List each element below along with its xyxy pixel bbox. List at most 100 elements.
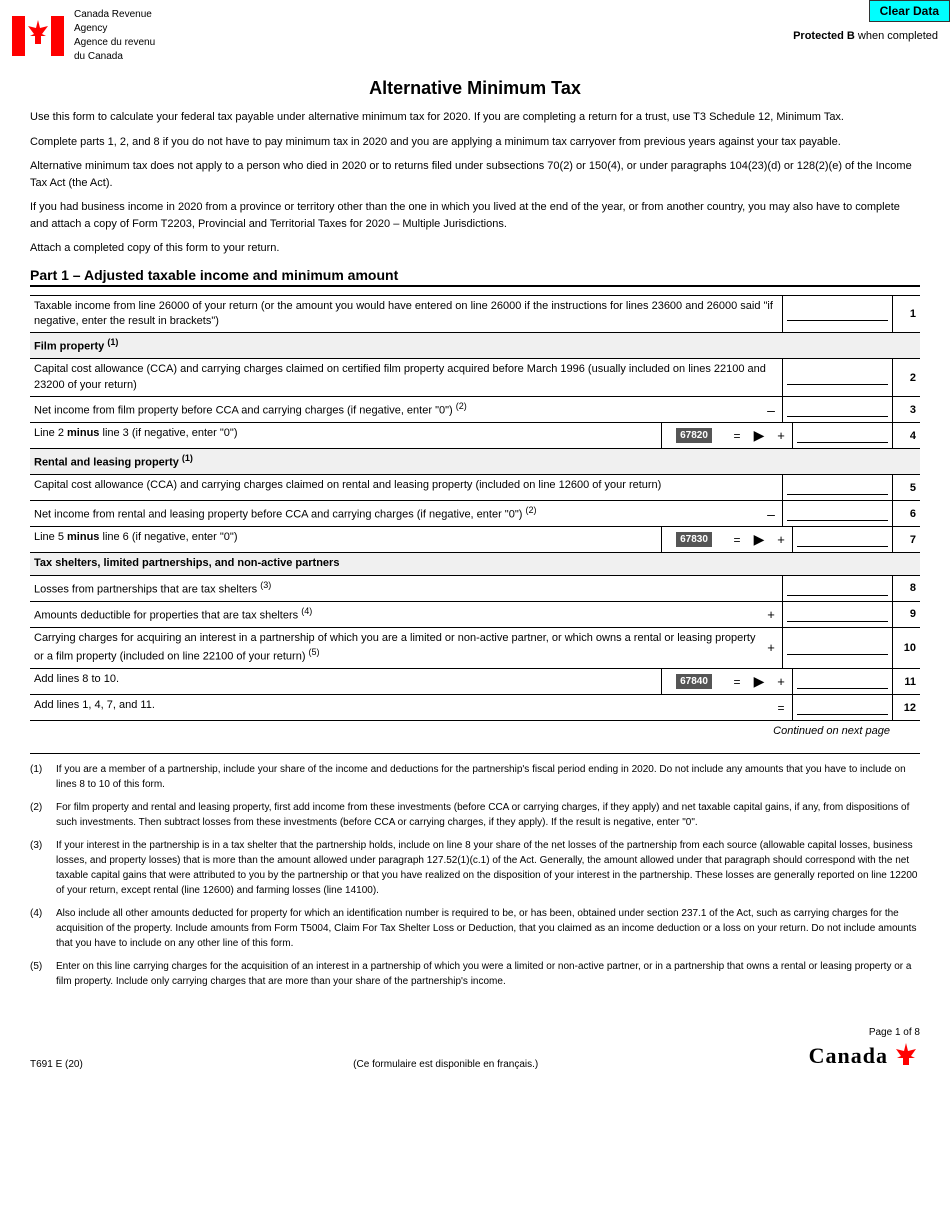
row10-value[interactable] — [787, 640, 888, 655]
footnote-num-5: (5) — [30, 959, 50, 989]
row5-input[interactable] — [782, 475, 892, 500]
row8-input[interactable] — [782, 576, 892, 601]
table-row: Add lines 1, 4, 7, and 11. = 12 — [30, 694, 920, 720]
row1-label: Taxable income from line 26000 of your r… — [30, 296, 782, 333]
table-row: Taxable income from line 26000 of your r… — [30, 295, 920, 333]
row9-value[interactable] — [787, 607, 888, 622]
row9-linenum: 9 — [892, 602, 920, 627]
row2-label: Capital cost allowance (CCA) and carryin… — [30, 359, 782, 396]
row4-code: 67820 — [661, 423, 726, 448]
row12-linenum: 12 — [892, 695, 920, 720]
page-footer: T691 E (20) (Ce formulaire est disponibl… — [0, 1017, 950, 1080]
row1-input[interactable] — [782, 296, 892, 333]
row11-input[interactable] — [792, 669, 892, 694]
row4-label: Line 2 minus line 3 (if negative, enter … — [30, 423, 661, 448]
row10-input[interactable] — [782, 628, 892, 668]
row10-sign: + — [760, 628, 782, 668]
row5-linenum: 5 — [892, 475, 920, 500]
form-title: Alternative Minimum Tax — [30, 78, 920, 99]
film-property-header-row: Film property (1) — [30, 332, 920, 358]
intro-para-2: Complete parts 1, 2, and 8 if you do not… — [30, 134, 920, 151]
table-row: Capital cost allowance (CCA) and carryin… — [30, 358, 920, 396]
row11-equals: = — [726, 669, 748, 694]
row12-input[interactable] — [792, 695, 892, 720]
row3-value[interactable] — [787, 402, 888, 417]
row4-input[interactable] — [792, 423, 892, 448]
row3-label: Net income from film property before CCA… — [30, 397, 760, 422]
intro-para-1: Use this form to calculate your federal … — [30, 109, 920, 126]
part1-header: Part 1 – Adjusted taxable income and min… — [30, 267, 920, 287]
intro-para-3: Alternative minimum tax does not apply t… — [30, 158, 920, 191]
footnote-num-2: (2) — [30, 800, 50, 830]
row11-arrow: ▶ — [748, 669, 770, 694]
protected-label: Protected B when completed — [793, 30, 938, 42]
row6-value[interactable] — [787, 506, 888, 521]
footnote-1: (1) If you are a member of a partnership… — [30, 762, 920, 792]
footnote-text-4: Also include all other amounts deducted … — [56, 906, 920, 951]
row2-value[interactable] — [787, 370, 888, 385]
row4-linenum: 4 — [892, 423, 920, 448]
footnote-num-1: (1) — [30, 762, 50, 792]
tax-shelters-header-row: Tax shelters, limited partnerships, and … — [30, 552, 920, 574]
agency-name: Canada Revenue Agency Agence du revenu d… — [74, 8, 155, 64]
film-property-label: Film property (1) — [30, 333, 920, 358]
table-row: Line 5 minus line 6 (if negative, enter … — [30, 526, 920, 552]
agency-logo-area: Canada Revenue Agency Agence du revenu d… — [12, 8, 155, 64]
row9-input[interactable] — [782, 602, 892, 627]
row6-input[interactable] — [782, 501, 892, 526]
row7-value[interactable] — [797, 532, 888, 547]
form-id: T691 E (20) — [30, 1059, 83, 1070]
canada-flag-icon — [12, 16, 64, 56]
table-row: Line 2 minus line 3 (if negative, enter … — [30, 422, 920, 448]
footnote-text-3: If your interest in the partnership is i… — [56, 838, 920, 898]
page-info: Page 1 of 8 — [869, 1027, 920, 1038]
row6-label: Net income from rental and leasing prope… — [30, 501, 760, 526]
row4-arrow: ▶ — [748, 423, 770, 448]
row1-value[interactable] — [787, 306, 888, 321]
row7-arrow: ▶ — [748, 527, 770, 552]
row6-sign: – — [760, 501, 782, 526]
row3-linenum: 3 — [892, 397, 920, 422]
row1-linenum: 1 — [892, 296, 920, 333]
row5-label: Capital cost allowance (CCA) and carryin… — [30, 475, 782, 500]
row4-equals: = — [726, 423, 748, 448]
row3-input[interactable] — [782, 397, 892, 422]
row7-label: Line 5 minus line 6 (if negative, enter … — [30, 527, 661, 552]
row12-label: Add lines 1, 4, 7, and 11. — [30, 695, 770, 720]
row8-value[interactable] — [787, 581, 888, 596]
row7-equals: = — [726, 527, 748, 552]
row11-label: Add lines 8 to 10. — [30, 669, 661, 694]
row4-plus: + — [770, 423, 792, 448]
intro-para-5: Attach a completed copy of this form to … — [30, 240, 920, 257]
row7-plus: + — [770, 527, 792, 552]
row11-code: 67840 — [661, 669, 726, 694]
table-row: Net income from rental and leasing prope… — [30, 500, 920, 526]
form-rows: Taxable income from line 26000 of your r… — [30, 295, 920, 722]
footnotes-section: (1) If you are a member of a partnership… — [30, 753, 920, 989]
canada-wordmark: Canada — [809, 1042, 920, 1070]
footnote-num-3: (3) — [30, 838, 50, 898]
table-row: Add lines 8 to 10. 67840 = ▶ + 11 — [30, 668, 920, 694]
page-header: Canada Revenue Agency Agence du revenu d… — [0, 0, 950, 68]
intro-para-4: If you had business income in 2020 from … — [30, 199, 920, 232]
footnote-2: (2) For film property and rental and lea… — [30, 800, 920, 830]
rental-property-label: Rental and leasing property (1) — [30, 449, 920, 474]
row2-input[interactable] — [782, 359, 892, 396]
row4-value[interactable] — [797, 428, 888, 443]
row11-value[interactable] — [797, 674, 888, 689]
footnote-text-1: If you are a member of a partnership, in… — [56, 762, 920, 792]
row2-linenum: 2 — [892, 359, 920, 396]
row12-value[interactable] — [797, 700, 888, 715]
row11-plus: + — [770, 669, 792, 694]
row7-input[interactable] — [792, 527, 892, 552]
tax-shelters-label: Tax shelters, limited partnerships, and … — [30, 553, 920, 574]
clear-data-button[interactable]: Clear Data — [869, 0, 950, 22]
row9-label: Amounts deductible for properties that a… — [30, 602, 760, 627]
bilingual-note: (Ce formulaire est disponible en françai… — [353, 1059, 538, 1070]
table-row: Losses from partnerships that are tax sh… — [30, 575, 920, 601]
footnote-text-2: For film property and rental and leasing… — [56, 800, 920, 830]
footnote-num-4: (4) — [30, 906, 50, 951]
table-row: Net income from film property before CCA… — [30, 396, 920, 422]
row5-value[interactable] — [787, 480, 888, 495]
row7-linenum: 7 — [892, 527, 920, 552]
